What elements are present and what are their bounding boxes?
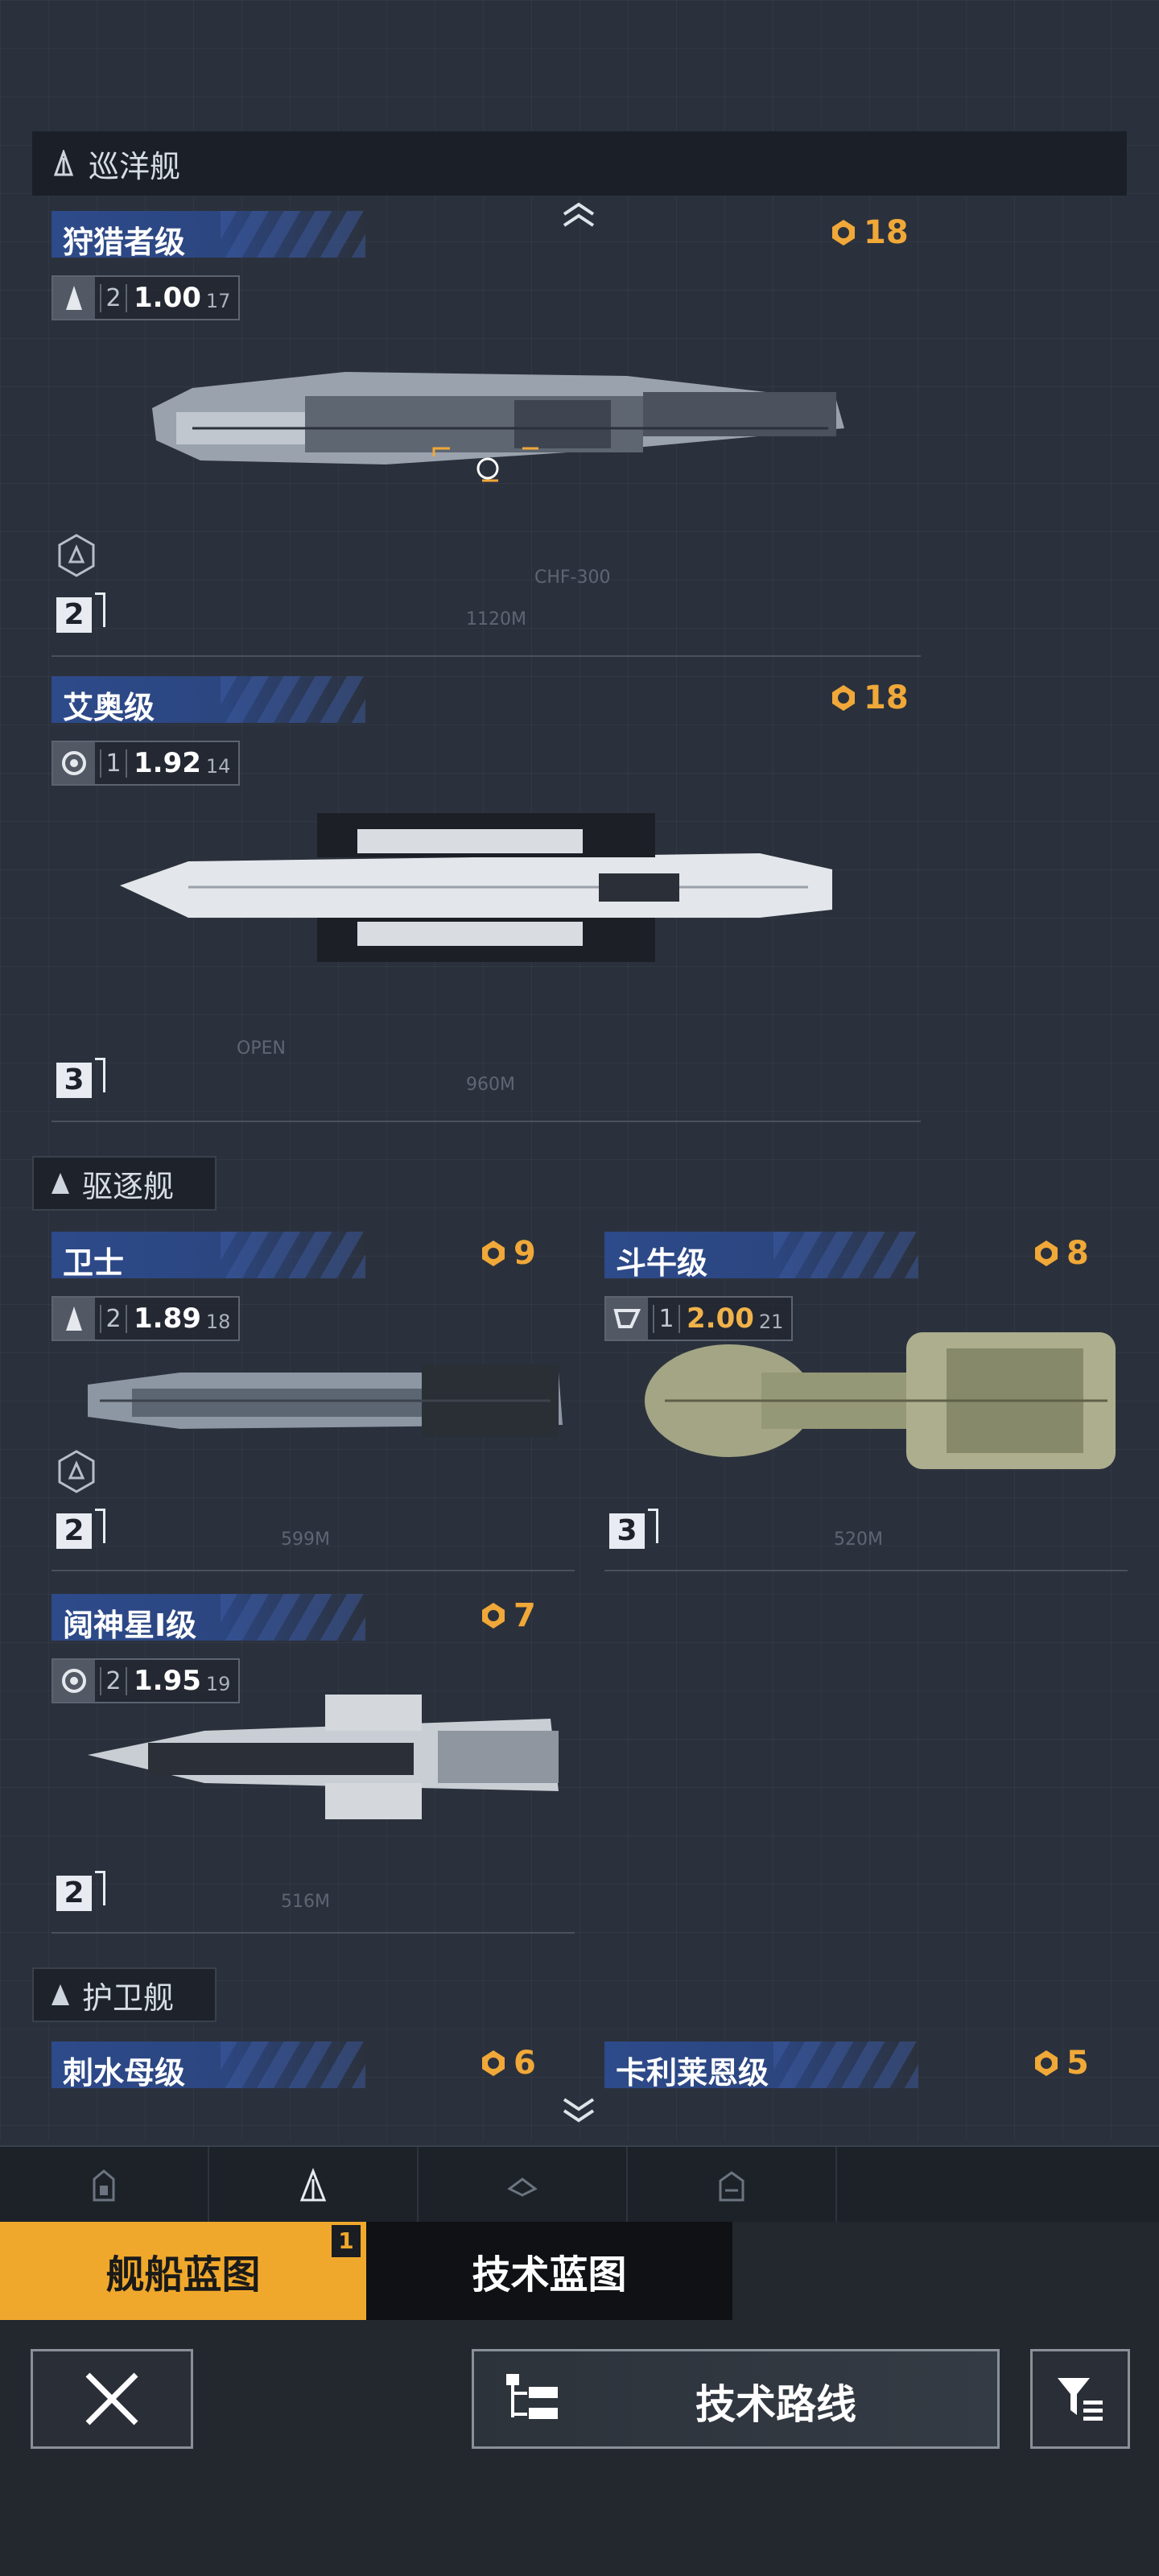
hexagon-rank-icon [58,534,95,577]
ship-stats: 2 1.00 17 [52,275,241,320]
laurel-emblem-icon [832,685,855,711]
frigate-icon [52,1984,69,2005]
frigate-icon [719,2170,744,2201]
ship-hunter-image [152,372,844,482]
tab-ship-blueprint[interactable]: 舰船蓝图 [0,2222,366,2320]
close-button[interactable] [31,2349,193,2449]
ship-name: 卡利莱恩级 [616,2055,769,2091]
ship-name: 卫士 [63,1245,125,1281]
ship-cost: 8 [1031,1235,1089,1272]
ship-io-image [120,813,832,962]
ship-card-bull[interactable]: 斗牛级 8 1 2.00 21 520M 3 [604,1232,1128,1571]
ship-name-bar: 阋神星Ⅰ级 [52,1594,365,1643]
battleship-icon [93,2169,115,2201]
ship-name: 狩猎者级 [63,225,186,260]
ship-card-guardian[interactable]: 卫士 9 2 1.89 18 599M 2 [52,1232,575,1571]
tab-tech-blueprint[interactable]: 技术蓝图 [366,2222,732,2320]
laurel-emblem-icon [1035,2050,1058,2076]
category-label: 驱逐舰 [82,1168,175,1204]
laurel-emblem-icon [832,220,855,246]
destroyer-icon [52,1173,69,1194]
ship-cost: 7 [478,1597,536,1634]
ship-name: 斗牛级 [616,1245,708,1281]
cruiser-icon [299,2167,327,2201]
filter-button[interactable] [1030,2349,1130,2449]
ship-name-bar: 卫士 [52,1232,365,1281]
ship-bull-image [645,1332,1116,1469]
ship-name-bar: 卡利莱恩级 [604,2041,918,2091]
destroyer-icon [507,2177,538,2197]
category-header-cruiser: 巡洋舰 [32,131,1127,196]
category-header-destroyer: 驱逐舰 [32,1156,217,1211]
destroyer-class-icon [53,1298,95,1340]
ship-card-jellyfish[interactable]: 刺水母级 6 [52,2041,575,2098]
ship-cost: 9 [478,1235,536,1272]
ship-name-bar: 斗牛级 [604,1232,918,1281]
ship-name-bar: 狩猎者级 [52,211,365,260]
ship-category-nav [0,2145,1159,2223]
ship-name: 艾奥级 [63,690,155,725]
tech-route-label: 技术路线 [695,2381,856,2428]
ship-name-bar: 刺水母级 [52,2041,365,2091]
scroll-down-chevron-icon[interactable] [561,2096,596,2124]
ship-card-eris[interactable]: 阋神星Ⅰ级 7 2 1.95 19 516M 2 [52,1594,575,1934]
notification-badge: 1 [332,2225,361,2257]
filter-list-icon [1058,2378,1103,2421]
hexagon-rank-icon [58,1450,95,1493]
cruiser-class-icon [53,277,95,319]
laurel-emblem-icon [482,1603,505,1629]
tree-structure-icon [506,2374,558,2419]
laurel-emblem-icon [482,2050,505,2076]
ship-card-io[interactable]: 艾奥级 18 1 1.92 14 OPEN 960M 3 [52,676,921,1127]
ship-stats: 2 1.89 18 [52,1296,241,1341]
ship-cost: 6 [478,2045,536,2082]
cruiser-icon [53,150,74,176]
laurel-emblem-icon [482,1241,505,1266]
ship-guardian-image [88,1364,563,1437]
nav-battleship-tab[interactable] [0,2147,209,2223]
close-x-icon [85,2372,138,2425]
category-label: 护卫舰 [82,1979,175,2016]
ship-name: 阋神星Ⅰ级 [63,1608,197,1643]
nav-destroyer-tab[interactable] [419,2147,628,2223]
ship-eris-image [88,1695,559,1819]
laurel-emblem-icon [1035,1241,1058,1266]
ship-cost: 18 [828,214,909,251]
nav-cruiser-tab[interactable] [209,2147,419,2223]
ship-name-bar: 艾奥级 [52,676,365,725]
tier-badge: 3 [56,1058,105,1098]
category-label: 巡洋舰 [89,148,181,184]
tier-badge: 2 [56,592,105,633]
ship-cost: 5 [1031,2045,1089,2082]
tech-route-button[interactable]: 技术路线 [472,2349,1000,2449]
ship-name: 刺水母级 [63,2055,186,2091]
tier-badge: 3 [609,1509,658,1549]
category-header-frigate: 护卫舰 [32,1967,217,2022]
ship-card-caliline[interactable]: 卡利莱恩级 5 [604,2041,1128,2098]
ship-card-hunter[interactable]: 狩猎者级 18 2 1.00 17 CHF-300 1120M 2 [52,211,921,662]
tier-badge: 2 [56,1509,105,1549]
tier-badge: 2 [56,1871,105,1911]
nav-frigate-tab[interactable] [628,2147,837,2223]
gear-class-icon [53,742,95,784]
ship-stats: 1 1.92 14 [52,741,241,786]
ship-cost: 18 [828,679,909,716]
